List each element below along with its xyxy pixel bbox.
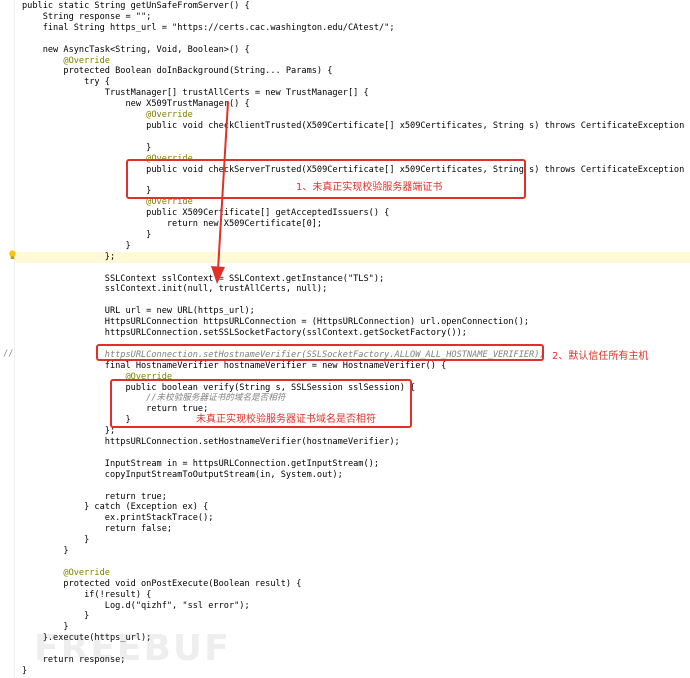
code-editor[interactable]: public static String getUnSafeFromServer… xyxy=(0,0,690,678)
red-arrow xyxy=(211,101,229,284)
freebuf-watermark: FREEBUF xyxy=(34,628,231,669)
